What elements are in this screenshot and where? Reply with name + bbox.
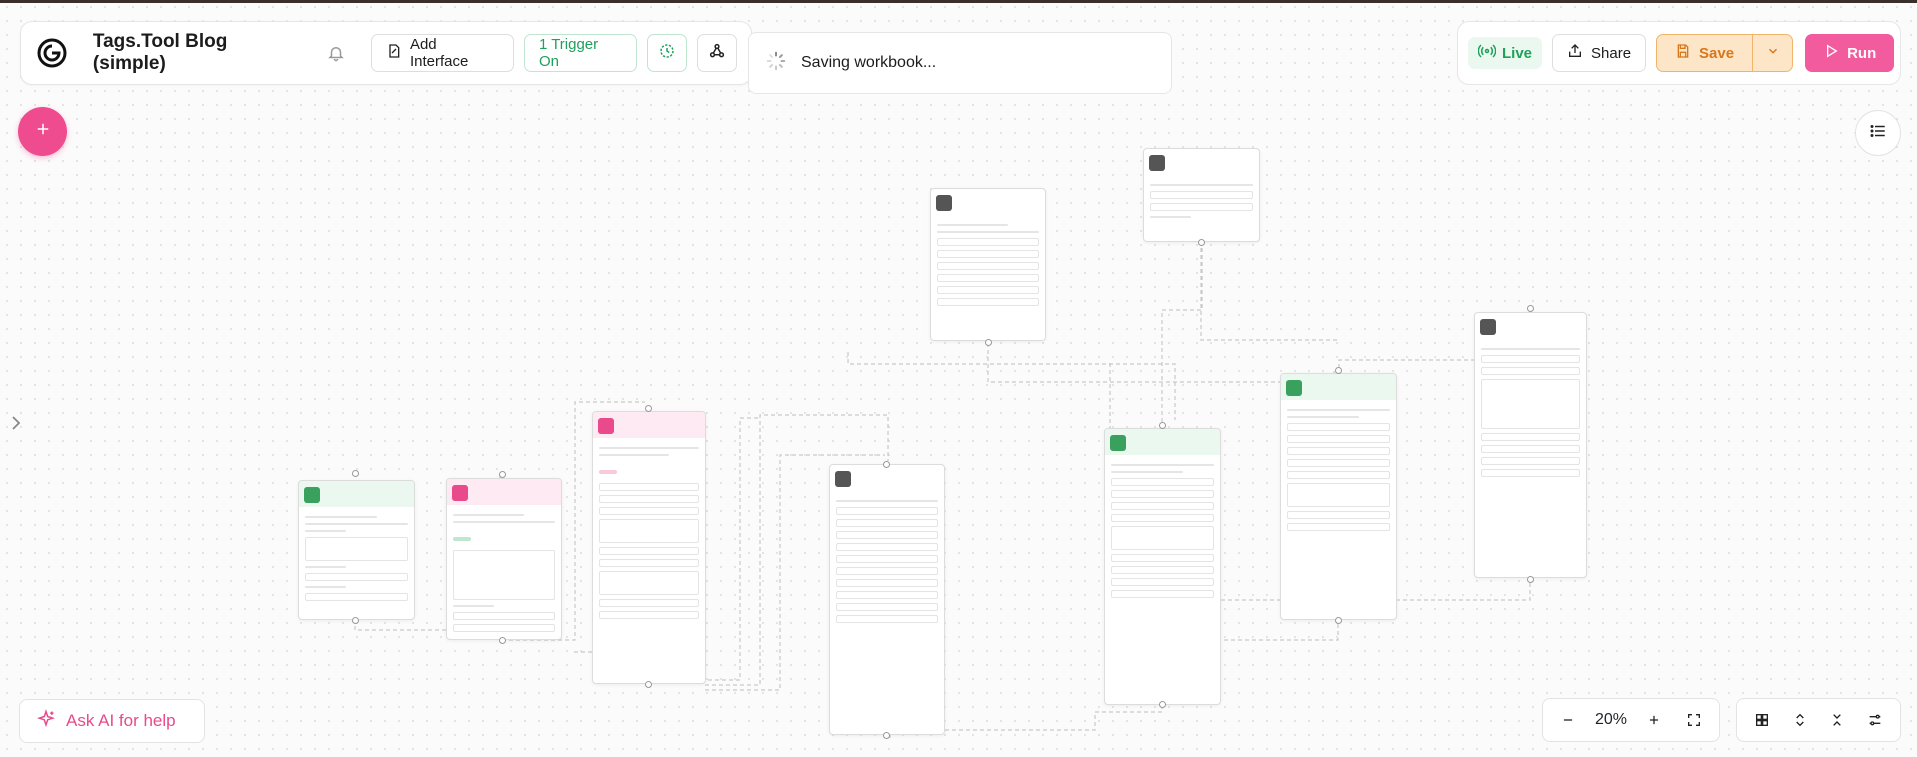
node-port[interactable] [499,471,506,478]
save-button-group: Save [1656,34,1794,72]
node-port[interactable] [1527,305,1534,312]
zoom-out-button[interactable] [1555,707,1581,733]
history-icon [658,42,676,64]
share-label: Share [1591,44,1632,62]
settings-sliders-icon[interactable] [1862,707,1888,733]
add-interface-label: Add Interface [409,36,469,70]
trigger-button[interactable]: 1 Trigger On [523,34,638,72]
sheets-icon [304,487,320,503]
workflow-title[interactable]: Tags.Tool Blog (simple) [93,31,305,75]
node-port[interactable] [1159,701,1166,708]
extract-icon [598,418,614,434]
node-port[interactable] [883,732,890,739]
node-google-sheets-reader[interactable] [298,480,415,620]
node-extract-data[interactable] [592,411,706,684]
download-icon [936,195,952,211]
ask-ai-button[interactable]: Ask AI for help [19,699,205,743]
plus-icon [34,120,52,143]
share-icon [1567,43,1583,63]
workflow-actions: Live Share Save Run [1457,21,1901,85]
node-port[interactable] [352,470,359,477]
node-datetime[interactable] [1143,148,1260,242]
expand-sidebar-button[interactable] [8,414,24,436]
node-port[interactable] [1335,617,1342,624]
broadcast-icon [1477,44,1497,62]
spinner-icon [765,50,787,77]
collapse-all-icon[interactable] [1824,707,1850,733]
canvas-edges [354,248,1531,738]
node-port[interactable] [1159,422,1166,429]
node-prompt[interactable] [446,478,562,640]
node-post-cms[interactable] [829,464,945,735]
node-port[interactable] [985,339,992,346]
node-google-sheets-updater[interactable] [1104,428,1221,705]
live-label: Live [1502,44,1533,62]
node-port[interactable] [352,617,359,624]
saving-toast: Saving workbook... [748,32,1172,94]
prompt-icon [452,485,468,501]
ask-ai-label: Ask AI for help [66,711,176,730]
toast-text: Saving workbook... [801,54,937,71]
node-input[interactable] [930,188,1046,341]
webhook-button[interactable] [697,34,737,72]
add-interface-button[interactable]: Add Interface [370,34,514,72]
logo-icon[interactable] [35,36,69,70]
history-button[interactable] [647,34,688,72]
grid-view-icon[interactable] [1749,707,1775,733]
email-icon [1480,319,1496,335]
node-port[interactable] [645,405,652,412]
bell-icon[interactable] [325,42,347,64]
chevron-right-icon [10,414,22,437]
live-status-badge[interactable]: Live [1468,37,1543,69]
save-icon [1675,43,1691,63]
zoom-in-button[interactable] [1641,707,1667,733]
node-emailing[interactable] [1474,312,1587,578]
list-icon [1869,122,1887,145]
add-node-button[interactable] [18,107,67,156]
run-label: Run [1847,44,1877,62]
node-port[interactable] [883,461,890,468]
play-icon [1823,43,1839,63]
zoom-level: 20% [1594,711,1628,728]
trigger-label: 1 Trigger On [538,36,599,70]
workflow-header: Tags.Tool Blog (simple) Add Interface 1 … [20,21,752,85]
interface-icon [386,43,402,63]
node-port[interactable] [1198,239,1205,246]
run-button[interactable]: Run [1805,34,1895,72]
save-button[interactable]: Save [1656,34,1754,72]
save-options-button[interactable] [1753,34,1794,72]
expand-all-icon[interactable] [1787,707,1813,733]
node-list-button[interactable] [1855,110,1901,156]
calendar-icon [1149,155,1165,171]
cms-icon [835,471,851,487]
sheets-icon [1110,435,1126,451]
node-port[interactable] [1335,367,1342,374]
view-controls [1736,698,1901,742]
sparkle-icon [36,708,56,734]
share-button[interactable]: Share [1552,34,1647,72]
node-port[interactable] [499,637,506,644]
node-google-sheets-writer[interactable] [1280,373,1397,620]
node-port[interactable] [645,681,652,688]
node-port[interactable] [1527,576,1534,583]
webhook-icon [708,42,726,64]
zoom-controls: 20% [1542,698,1720,742]
sheets-icon [1286,380,1302,396]
fit-view-button[interactable] [1681,707,1707,733]
chevron-down-icon [1766,44,1780,63]
save-label: Save [1699,44,1735,62]
